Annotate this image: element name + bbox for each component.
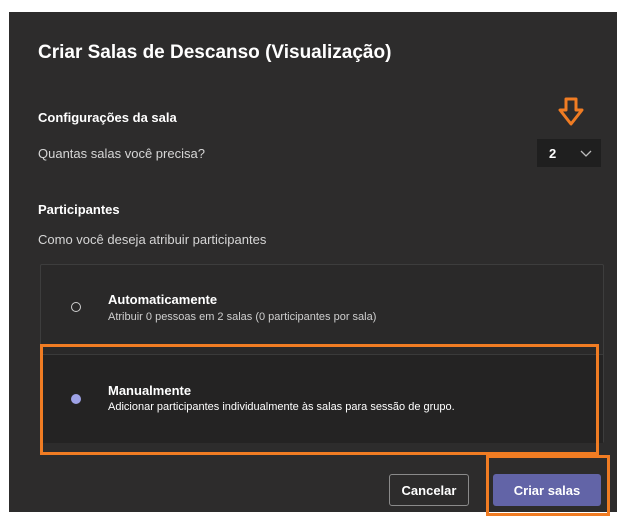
create-rooms-button[interactable]: Criar salas <box>493 474 601 506</box>
option-manual[interactable]: Manualmente Adicionar participantes indi… <box>41 354 603 443</box>
option-automatic[interactable]: Automaticamente Atribuir 0 pessoas em 2 … <box>41 265 603 352</box>
dialog-title: Criar Salas de Descanso (Visualização) <box>38 42 392 63</box>
room-count-select[interactable]: 2 <box>537 139 601 167</box>
radio-automatic[interactable] <box>71 302 81 312</box>
breakout-rooms-dialog: Criar Salas de Descanso (Visualização) C… <box>9 12 617 512</box>
arrow-down-icon <box>558 97 584 126</box>
room-settings-heading: Configurações da sala <box>38 110 177 125</box>
cancel-button[interactable]: Cancelar <box>389 474 469 506</box>
room-count-question: Quantas salas você precisa? <box>38 146 205 161</box>
option-manual-description: Adicionar participantes individualmente … <box>108 401 455 413</box>
option-manual-title: Manualmente <box>108 383 192 398</box>
option-automatic-title: Automaticamente <box>108 292 218 307</box>
room-count-value: 2 <box>549 145 557 161</box>
radio-manual[interactable] <box>71 394 81 404</box>
assign-question: Como você deseja atribuir participantes <box>38 232 267 247</box>
participants-heading: Participantes <box>38 202 120 217</box>
option-automatic-description: Atribuir 0 pessoas em 2 salas (0 partici… <box>108 311 377 323</box>
chevron-down-icon <box>580 150 592 157</box>
assign-options: Automaticamente Atribuir 0 pessoas em 2 … <box>40 264 604 443</box>
